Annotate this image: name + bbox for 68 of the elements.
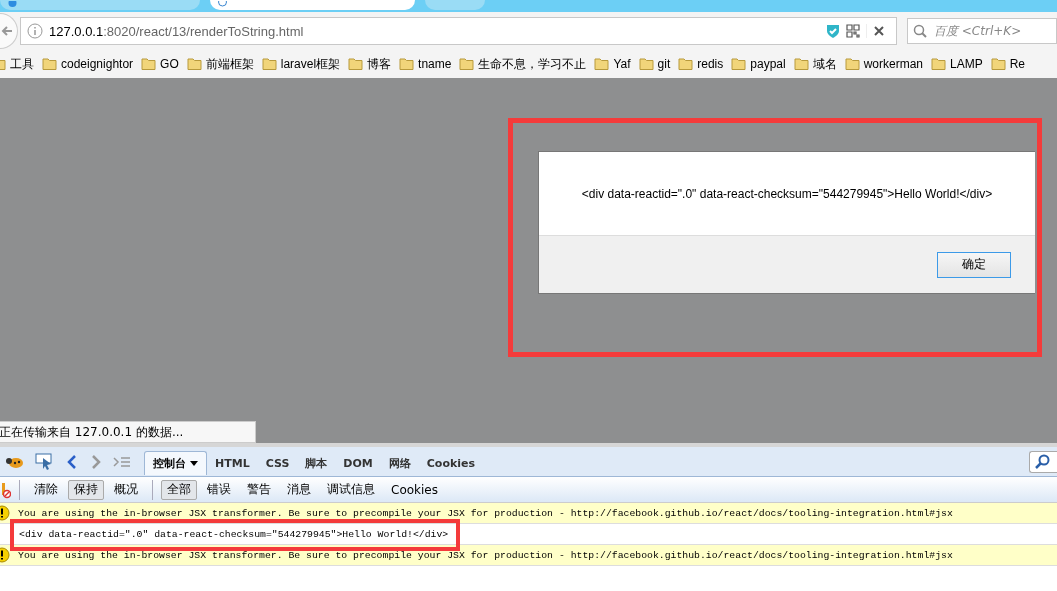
console-message: You are using the in-browser JSX transformer. Be sure to precompile your JSX for production - http://facebook.github.io/react/docs/tooling-integration.html#jsx <box>18 507 953 519</box>
folder-icon <box>186 56 202 72</box>
console-action-button[interactable]: 概况 <box>108 479 144 500</box>
folder-icon <box>931 56 946 72</box>
bookmark-item[interactable]: paypal <box>731 56 786 72</box>
filter-button[interactable]: 调试信息 <box>321 479 381 500</box>
warning-icon <box>0 547 10 563</box>
devtools-tab[interactable]: 控制台 <box>144 451 207 475</box>
bookmark-item[interactable]: 前端框架 <box>186 55 254 73</box>
devtools-tab[interactable]: DOM <box>335 451 381 475</box>
folder-icon <box>399 56 415 72</box>
search-icon <box>1034 454 1050 470</box>
folder-icon <box>731 56 747 72</box>
filter-button[interactable]: 警告 <box>241 479 277 500</box>
status-tooltip: 正在传输来自 127.0.0.1 的数据... <box>0 421 256 443</box>
back-button[interactable] <box>0 13 18 49</box>
bookmark-item[interactable]: workerman <box>844 56 923 72</box>
folder-icon <box>678 56 694 72</box>
bookmark-item[interactable]: git <box>638 56 671 72</box>
url-field[interactable]: 127.0.0.1:8020/react/13/renderToString.html <box>20 17 897 45</box>
bookmark-item[interactable]: laravel框架 <box>261 55 341 73</box>
filter-button[interactable]: 全部 <box>161 479 197 500</box>
filter-button[interactable]: 错误 <box>201 479 237 500</box>
info-icon <box>27 23 43 39</box>
console-action-button[interactable]: 清除 <box>28 479 64 500</box>
bookmark-item[interactable]: codeignightor <box>42 56 134 72</box>
folder-icon <box>844 56 860 72</box>
search-icon <box>913 24 927 38</box>
bookmark-item[interactable]: 博客 <box>348 55 392 73</box>
folder-icon <box>261 56 277 72</box>
filter-button[interactable]: Cookies <box>385 479 444 500</box>
bookmark-item[interactable]: 工具 <box>0 55 34 73</box>
command-line-icon[interactable] <box>113 455 131 469</box>
devtools-tab[interactable]: 网络 <box>380 451 419 475</box>
back-arrow-icon <box>1 25 13 37</box>
pause-icon[interactable] <box>0 480 11 499</box>
devtools-tab[interactable]: 脚本 <box>297 451 336 475</box>
folder-icon <box>42 56 57 72</box>
filter-button[interactable]: 消息 <box>281 479 317 500</box>
console-action-button[interactable]: 保持 <box>68 479 104 500</box>
shield-icon <box>826 23 840 39</box>
devtools-tab[interactable]: Cookies <box>418 451 484 475</box>
qr-code-icon[interactable] <box>846 24 860 38</box>
folder-icon <box>459 56 475 72</box>
bookmark-item[interactable]: Re <box>990 56 1026 72</box>
folder-icon <box>990 56 1006 72</box>
ok-button[interactable]: 确定 <box>937 251 1011 278</box>
bookmark-item[interactable]: redis <box>678 56 724 72</box>
bookmark-item[interactable]: LAMP <box>931 56 983 72</box>
bookmark-item[interactable]: Yaf <box>594 56 631 72</box>
folder-icon <box>348 56 364 72</box>
bookmark-item[interactable]: GO <box>141 56 179 72</box>
folder-icon <box>638 56 654 72</box>
dialog-message: <div data-reactid=".0" data-react-checksum="544279945">Hello World!</div> <box>580 185 994 203</box>
folder-icon <box>594 56 610 72</box>
inspect-icon[interactable] <box>35 453 55 471</box>
folder-icon <box>141 56 157 72</box>
folder-icon <box>793 56 809 72</box>
console-message: You are using the in-browser JSX transformer. Be sure to precompile your JSX for production - http://facebook.github.io/react/docs/tooling-integration.html#jsx <box>18 549 953 561</box>
devtools-tab[interactable]: HTML <box>207 451 258 475</box>
devtools-search-field[interactable] <box>1029 451 1057 473</box>
bookmark-item[interactable]: 生命不息，学习不止 <box>459 55 587 73</box>
devtools-tab[interactable]: CSS <box>257 451 298 475</box>
warning-icon <box>0 505 10 521</box>
bookmark-item[interactable]: 域名 <box>793 55 837 73</box>
bookmark-item[interactable]: tname <box>399 56 452 72</box>
search-field[interactable]: 百度 <Ctrl+K> <box>907 18 1057 44</box>
console-message: <div data-reactid=".0" data-react-checksum="544279945">Hello World!</div> <box>19 528 449 540</box>
